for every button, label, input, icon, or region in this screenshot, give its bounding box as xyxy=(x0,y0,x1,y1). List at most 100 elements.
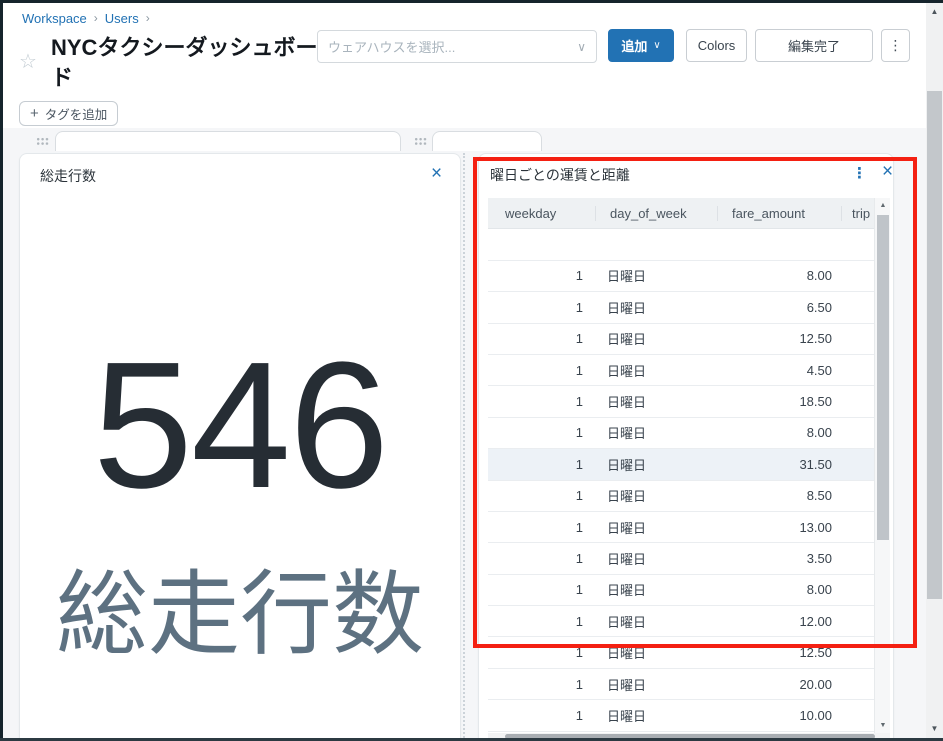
table-row[interactable]: 1 日曜日 13.00 xyxy=(488,512,874,543)
scroll-up-icon[interactable]: ▲ xyxy=(926,7,943,16)
cell-fare-amount: 12.50 xyxy=(718,645,842,660)
chevron-down-icon: ∨ xyxy=(653,40,660,51)
cell-day-of-week: 日曜日 xyxy=(596,706,718,725)
cell-weekday: 1 xyxy=(488,551,596,566)
table-row[interactable]: 1 日曜日 10.00 xyxy=(488,700,874,731)
breadcrumb-current-blank xyxy=(228,5,361,29)
favorite-star-icon[interactable]: ☆ xyxy=(19,49,37,74)
cell-fare-amount: 10.00 xyxy=(718,708,842,723)
page-title: NYCタクシーダッシュボード xyxy=(51,33,336,92)
table-row[interactable]: 1 日曜日 31.50 xyxy=(488,449,874,480)
column-header-trip[interactable]: trip xyxy=(842,206,874,221)
page-scrollbar[interactable]: ▲ ▼ xyxy=(926,3,943,738)
close-icon[interactable]: × xyxy=(882,162,893,181)
clipped-widget xyxy=(55,131,401,151)
cell-day-of-week: 日曜日 xyxy=(596,266,718,285)
cell-weekday: 1 xyxy=(488,363,596,378)
table-row[interactable]: 1 日曜日 6.50 xyxy=(488,292,874,323)
plus-icon: + xyxy=(30,105,39,122)
table-row[interactable]: 1 日曜日 8.00 xyxy=(488,575,874,606)
column-header-day-of-week[interactable]: day_of_week xyxy=(596,206,718,221)
breadcrumb: Workspace › Users › xyxy=(22,9,150,27)
cell-fare-amount: 31.50 xyxy=(718,457,842,472)
cell-weekday: 1 xyxy=(488,582,596,597)
add-tag-button[interactable]: + タグを追加 xyxy=(19,101,118,126)
cell-fare-amount: 8.50 xyxy=(718,488,842,503)
table-row[interactable]: 1 日曜日 8.00 xyxy=(488,261,874,292)
cell-weekday: 1 xyxy=(488,520,596,535)
colors-button[interactable]: Colors xyxy=(686,29,747,62)
chevron-down-icon: ∨ xyxy=(577,40,586,54)
table-row[interactable]: 1 日曜日 8.50 xyxy=(488,481,874,512)
window-frame-top xyxy=(0,0,943,3)
cell-day-of-week: 日曜日 xyxy=(596,329,718,348)
cell-day-of-week: 日曜日 xyxy=(596,392,718,411)
page-header: Workspace › Users › ☆ NYCタクシーダッシュボード ウェア… xyxy=(3,3,926,128)
edit-done-button[interactable]: 編集完了 xyxy=(755,29,873,62)
counter-caption: 総走行数 xyxy=(19,560,461,670)
cell-fare-amount: 20.00 xyxy=(718,677,842,692)
table-row[interactable]: 1 日曜日 12.50 xyxy=(488,324,874,355)
scroll-down-icon[interactable]: ▼ xyxy=(926,724,943,733)
cell-day-of-week: 日曜日 xyxy=(596,675,718,694)
drag-handle-icon[interactable] xyxy=(414,137,427,145)
cell-fare-amount: 13.00 xyxy=(718,520,842,535)
page-scrollbar-thumb[interactable] xyxy=(927,91,942,599)
kebab-menu-button[interactable]: ⋮ xyxy=(881,29,910,62)
table-row[interactable] xyxy=(488,229,874,260)
column-header-weekday[interactable]: weekday xyxy=(488,206,596,221)
cell-weekday: 1 xyxy=(488,425,596,440)
add-button-label: 追加 xyxy=(621,36,647,55)
table-row[interactable]: 1 日曜日 20.00 xyxy=(488,669,874,700)
breadcrumb-separator-icon: › xyxy=(146,11,150,25)
add-button[interactable]: 追加 ∨ xyxy=(608,29,674,62)
cell-day-of-week: 日曜日 xyxy=(596,580,718,599)
cell-fare-amount: 6.50 xyxy=(718,300,842,315)
data-table: weekday day_of_week fare_amount trip 1 日… xyxy=(488,198,874,741)
cell-weekday: 1 xyxy=(488,677,596,692)
breadcrumb-workspace[interactable]: Workspace xyxy=(22,11,87,26)
table-row[interactable]: 1 日曜日 12.50 xyxy=(488,637,874,668)
add-tag-label: タグを追加 xyxy=(45,104,108,123)
cell-weekday: 1 xyxy=(488,614,596,629)
cell-day-of-week: 日曜日 xyxy=(596,455,718,474)
cell-day-of-week: 日曜日 xyxy=(596,423,718,442)
cell-fare-amount: 8.00 xyxy=(718,268,842,283)
table-body: 1 日曜日 8.00 1 日曜日 6.50 1 日曜日 12.50 1 日曜日 … xyxy=(488,229,874,741)
cell-fare-amount: 18.50 xyxy=(718,394,842,409)
warehouse-select[interactable]: ウェアハウスを選択... ∨ xyxy=(317,30,597,63)
cell-day-of-week: 日曜日 xyxy=(596,361,718,380)
cell-weekday: 1 xyxy=(488,708,596,723)
cell-weekday: 1 xyxy=(488,331,596,346)
cell-fare-amount: 4.50 xyxy=(718,363,842,378)
table-scrollbar-thumb[interactable] xyxy=(877,215,889,540)
cell-weekday: 1 xyxy=(488,268,596,283)
breadcrumb-users[interactable]: Users xyxy=(105,11,139,26)
column-header-fare-amount[interactable]: fare_amount xyxy=(718,206,842,221)
scroll-down-icon[interactable]: ▼ xyxy=(875,722,891,729)
table-vertical-scrollbar[interactable]: ▲ ▼ xyxy=(874,198,890,741)
scroll-up-icon[interactable]: ▲ xyxy=(875,202,891,209)
cell-day-of-week: 日曜日 xyxy=(596,643,718,662)
table-row[interactable]: 1 日曜日 18.50 xyxy=(488,386,874,417)
breadcrumb-separator-icon: › xyxy=(94,11,98,25)
counter-value: 546 xyxy=(19,318,461,534)
table-row[interactable]: 1 日曜日 3.50 xyxy=(488,543,874,574)
kebab-icon[interactable]: ⋮ xyxy=(852,164,867,182)
cell-fare-amount: 8.00 xyxy=(718,582,842,597)
table-row[interactable]: 1 日曜日 12.00 xyxy=(488,606,874,637)
app-window: Workspace › Users › ☆ NYCタクシーダッシュボード ウェア… xyxy=(0,0,943,741)
cell-day-of-week: 日曜日 xyxy=(596,486,718,505)
grid-column-divider xyxy=(463,153,465,741)
cell-weekday: 1 xyxy=(488,645,596,660)
cell-weekday: 1 xyxy=(488,488,596,503)
clipped-widget xyxy=(432,131,542,151)
cell-fare-amount: 12.00 xyxy=(718,614,842,629)
table-widget-title: 曜日ごとの運賃と距離 xyxy=(490,165,630,185)
cell-fare-amount: 3.50 xyxy=(718,551,842,566)
table-row[interactable]: 1 日曜日 8.00 xyxy=(488,418,874,449)
close-icon[interactable]: × xyxy=(431,164,442,183)
drag-handle-icon[interactable] xyxy=(36,137,49,145)
cell-weekday: 1 xyxy=(488,457,596,472)
table-row[interactable]: 1 日曜日 4.50 xyxy=(488,355,874,386)
